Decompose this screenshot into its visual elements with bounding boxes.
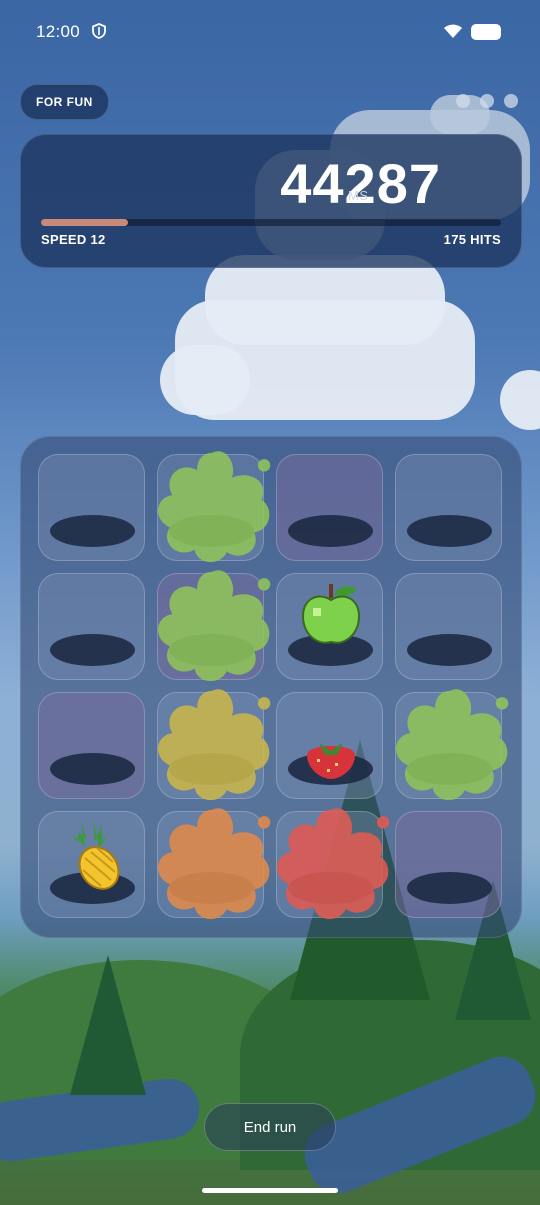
- board-cell[interactable]: [157, 570, 271, 682]
- board-cell[interactable]: [395, 811, 502, 918]
- status-time: 12:00: [36, 22, 81, 41]
- mole-hole: [169, 515, 254, 547]
- strawberry-icon[interactable]: [295, 739, 367, 779]
- green-apple-icon[interactable]: [295, 580, 367, 652]
- mole-hole: [169, 753, 254, 785]
- pineapple-icon[interactable]: [57, 818, 129, 890]
- board-cell[interactable]: [38, 692, 145, 799]
- green-juice-splat: [395, 689, 509, 801]
- battery-icon: [471, 24, 501, 40]
- board-cell[interactable]: [395, 454, 502, 561]
- score-panel: 44287 MS SPEED 12 175 HITS: [20, 134, 522, 268]
- board-cell[interactable]: [38, 573, 145, 680]
- board-cell[interactable]: [157, 689, 271, 801]
- board-cell[interactable]: [276, 454, 383, 561]
- mole-hole: [407, 872, 492, 904]
- board-cell[interactable]: [276, 808, 390, 920]
- mole-hole: [288, 872, 373, 904]
- speed-progress-bar: [41, 219, 501, 226]
- mole-hole: [50, 753, 135, 785]
- board-cell[interactable]: [395, 689, 509, 801]
- mole-hole: [50, 634, 135, 666]
- mole-hole: [169, 634, 254, 666]
- menu-dots-icon[interactable]: [456, 94, 518, 108]
- yellow-juice-splat: [157, 689, 271, 801]
- board-cell[interactable]: [276, 692, 383, 799]
- board-cell[interactable]: [38, 454, 145, 561]
- mole-hole: [169, 872, 254, 904]
- speed-progress-fill: [41, 219, 129, 226]
- board-cell[interactable]: [157, 451, 271, 563]
- dot-icon: [480, 94, 494, 108]
- board-cell[interactable]: [157, 808, 271, 920]
- red-juice-splat: [276, 808, 390, 920]
- game-board: [20, 436, 522, 938]
- orange-juice-splat: [157, 808, 271, 920]
- status-bar: 12:00: [0, 0, 540, 64]
- shield-icon: [92, 23, 106, 39]
- dot-icon: [504, 94, 518, 108]
- home-indicator: [202, 1188, 338, 1193]
- mole-hole: [407, 634, 492, 666]
- speed-label: SPEED 12: [41, 232, 106, 247]
- board-cell[interactable]: [276, 573, 383, 680]
- dot-icon: [456, 94, 470, 108]
- score-unit: MS: [348, 188, 369, 203]
- mode-badge[interactable]: FOR FUN: [20, 84, 109, 120]
- score-value: 44287: [280, 152, 441, 215]
- mole-hole: [288, 515, 373, 547]
- end-run-button[interactable]: End run: [204, 1103, 336, 1151]
- green-juice-splat: [157, 451, 271, 563]
- board-cell[interactable]: [395, 573, 502, 680]
- mole-hole: [407, 515, 492, 547]
- wifi-icon: [444, 24, 462, 38]
- board-cell[interactable]: [38, 811, 145, 918]
- hits-label: 175 HITS: [443, 232, 501, 247]
- mole-hole: [407, 753, 492, 785]
- mole-hole: [50, 515, 135, 547]
- green-juice-splat: [157, 570, 271, 682]
